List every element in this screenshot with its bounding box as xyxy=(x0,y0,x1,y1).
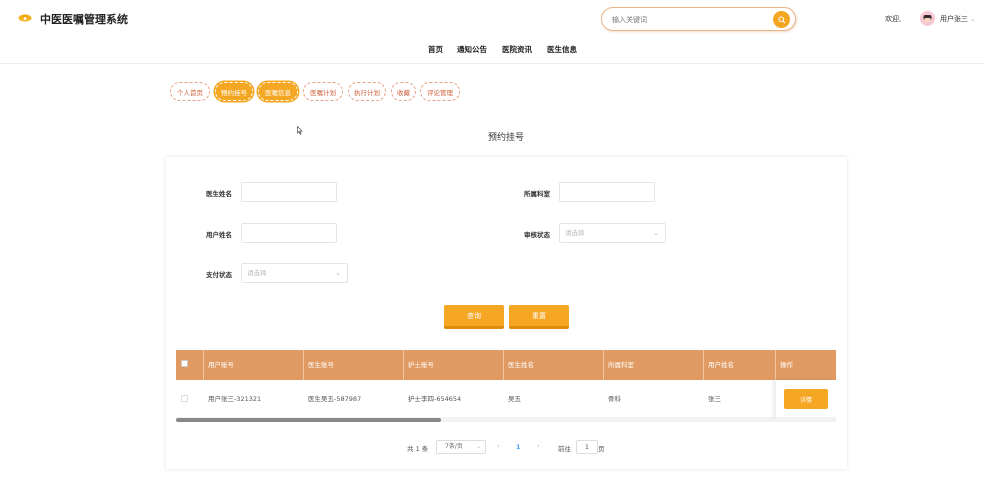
header: 中医医嘱管理系统 欢迎, 用户张三 ⌄ xyxy=(0,0,984,38)
detail-button[interactable]: 详情 xyxy=(784,389,828,409)
goto-label: 前往 xyxy=(558,445,571,453)
reset-button[interactable]: 重置 xyxy=(509,305,569,329)
user-menu[interactable]: 用户张三 ⌄ xyxy=(940,14,975,24)
chevron-down-icon: ⌄ xyxy=(335,269,341,277)
nav-item-notices[interactable]: 通知公告 xyxy=(457,44,487,55)
tab-appointment[interactable]: 预约挂号 xyxy=(215,82,253,101)
prev-page-icon[interactable]: ‹ xyxy=(497,442,500,450)
tab-medical-orders[interactable]: 医嘱信息 xyxy=(258,82,298,101)
col-doctor-name: 医生姓名 xyxy=(504,350,604,380)
col-doctor-account: 医生账号 xyxy=(304,350,404,380)
cell-user-account: 用户张三-321321 xyxy=(208,395,262,403)
avatar[interactable] xyxy=(920,11,935,26)
nav-item-home[interactable]: 首页 xyxy=(428,44,443,55)
table-row: 用户张三-321321 医生吴五-587987 护士李四-654654 吴五 骨… xyxy=(176,380,836,418)
tab-favorites[interactable]: 收藏 xyxy=(391,82,416,101)
page-suffix: 页 xyxy=(598,445,605,453)
search-icon xyxy=(778,16,785,23)
department-label: 所属科室 xyxy=(524,190,550,198)
chevron-down-icon: ⌄ xyxy=(970,16,976,23)
doctor-name-input[interactable] xyxy=(241,182,337,202)
row-checkbox[interactable] xyxy=(181,395,188,402)
tab-execution-plan[interactable]: 执行计划 xyxy=(348,82,386,101)
pagination-total: 共 1 条 xyxy=(407,445,429,453)
user-name-input[interactable] xyxy=(241,223,337,243)
review-status-select[interactable]: 请选择 ⌄ xyxy=(559,223,666,243)
search-button[interactable] xyxy=(773,11,790,28)
app-title: 中医医嘱管理系统 xyxy=(40,13,128,26)
header-divider xyxy=(0,63,984,64)
actions-column-shadow: 详情 xyxy=(776,380,836,418)
page-size-select[interactable]: 7条/页 ⌄ xyxy=(436,440,486,454)
query-button[interactable]: 查询 xyxy=(444,305,504,329)
search-box xyxy=(601,7,796,31)
cell-user-name: 张三 xyxy=(708,395,721,403)
nav-item-news[interactable]: 医院资讯 xyxy=(502,44,532,55)
pay-status-label: 支付状态 xyxy=(206,271,232,279)
col-actions: 操作 xyxy=(780,361,793,369)
page-size-value: 7条/页 xyxy=(445,443,463,450)
page-title: 预约挂号 xyxy=(487,133,524,143)
user-name-label: 用户姓名 xyxy=(206,231,232,239)
user-name: 用户张三 xyxy=(940,15,968,23)
review-status-placeholder: 请选择 xyxy=(565,229,585,237)
cell-doctor-name: 吴五 xyxy=(508,395,521,403)
chevron-down-icon: ⌄ xyxy=(653,229,659,237)
pay-status-placeholder: 请选择 xyxy=(247,269,267,277)
nav-item-doctors[interactable]: 医生信息 xyxy=(547,44,577,55)
logo-icon xyxy=(18,14,32,22)
col-user-account: 用户账号 xyxy=(204,350,304,380)
user-avatar-icon xyxy=(920,11,935,26)
scrollbar-thumb[interactable] xyxy=(176,418,441,422)
search-card xyxy=(166,157,847,469)
department-input[interactable] xyxy=(559,182,655,202)
goto-page-input[interactable]: 1 xyxy=(576,440,598,454)
tab-order-plan[interactable]: 医嘱计划 xyxy=(303,82,343,101)
chevron-down-icon: ⌄ xyxy=(475,443,481,450)
col-user-name: 用户姓名 xyxy=(704,350,776,380)
pay-status-select[interactable]: 请选择 ⌄ xyxy=(241,263,348,283)
review-status-label: 审核状态 xyxy=(524,231,550,239)
doctor-name-label: 医生姓名 xyxy=(206,190,232,198)
current-page[interactable]: 1 xyxy=(516,443,521,451)
next-page-icon[interactable]: › xyxy=(537,442,540,450)
table-header: 用户账号 医生账号 护士账号 医生姓名 所属科室 用户姓名 操作 xyxy=(176,350,836,380)
table-header-select xyxy=(176,350,204,380)
cell-nurse-account: 护士李四-654654 xyxy=(408,395,462,403)
tab-personal-home[interactable]: 个人首页 xyxy=(170,82,210,101)
col-nurse-account: 护士账号 xyxy=(404,350,504,380)
pagination: 共 1 条 7条/页 ⌄ ‹ 1 › 前往 1 页 xyxy=(0,440,984,454)
welcome-text: 欢迎, xyxy=(885,15,902,23)
table-scrollbar[interactable] xyxy=(176,418,836,422)
main-nav: 首页 通知公告 医院资讯 医生信息 xyxy=(0,44,984,58)
cell-doctor-account: 医生吴五-587987 xyxy=(308,395,362,403)
tab-comments[interactable]: 评论管理 xyxy=(420,82,460,101)
col-department: 所属科室 xyxy=(604,350,704,380)
search-input[interactable] xyxy=(612,12,762,27)
cell-department: 骨科 xyxy=(608,395,621,403)
